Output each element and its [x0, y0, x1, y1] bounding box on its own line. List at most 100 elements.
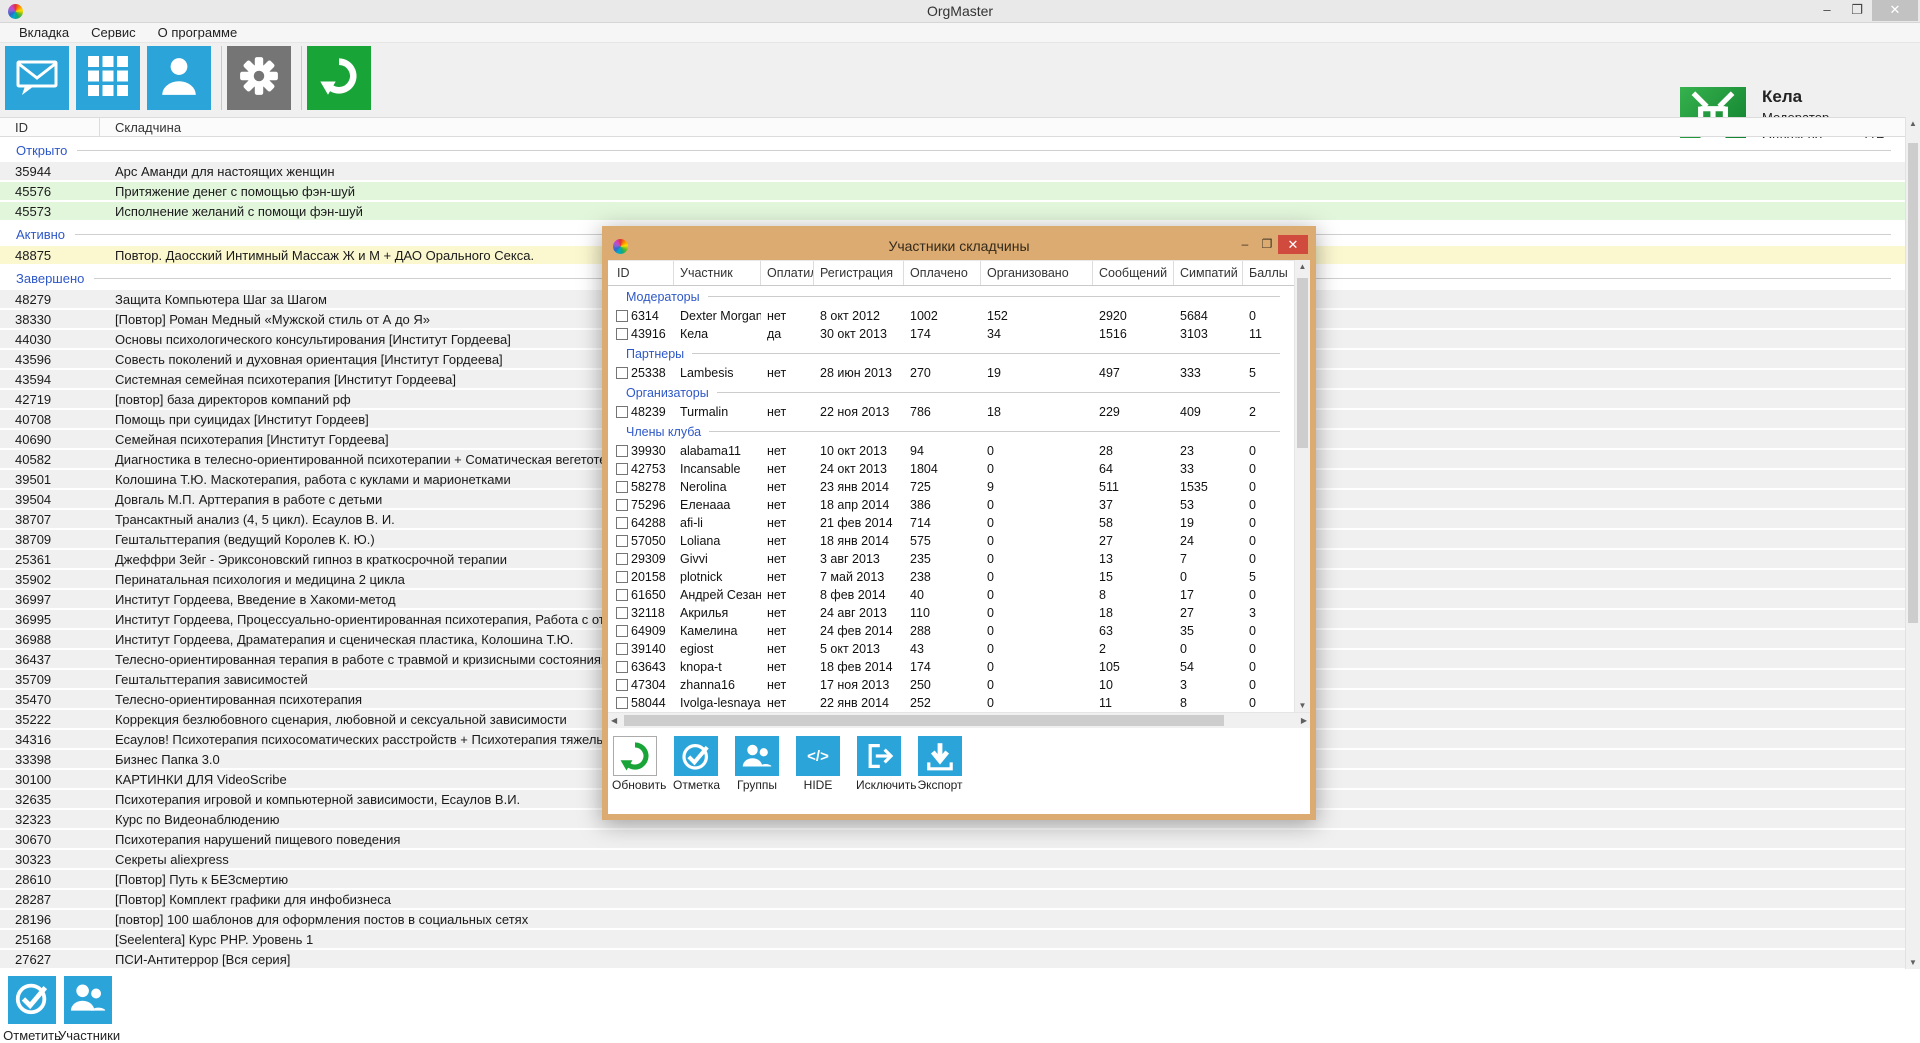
- cell-paid-total: 1804: [904, 462, 981, 476]
- column-header[interactable]: Симпатий: [1174, 261, 1243, 285]
- participant-row[interactable]: 6314Dexter Morganнет8 окт 20121002152292…: [608, 307, 1294, 325]
- dialog-footer-button-2[interactable]: Группы: [734, 736, 780, 792]
- user-icon: [158, 55, 200, 102]
- participants-button[interactable]: [64, 976, 112, 1024]
- participant-row[interactable]: 25338Lambesisнет28 июн 2013270194973335: [608, 364, 1294, 382]
- cell-paid: нет: [761, 480, 814, 494]
- participant-row[interactable]: 57050Lolianaнет18 янв 2014575027240: [608, 532, 1294, 550]
- scroll-up-icon[interactable]: ▲: [1906, 119, 1920, 128]
- table-row[interactable]: 25168[Seelentera] Курс PHP. Уровень 1: [0, 930, 1905, 948]
- cell-paid: нет: [761, 660, 814, 674]
- menu-item-0[interactable]: Вкладка: [8, 25, 80, 40]
- scroll-up-icon[interactable]: ▲: [1295, 262, 1310, 271]
- dialog-footer-button-5[interactable]: Экспорт: [917, 736, 963, 792]
- maximize-icon[interactable]: ❐: [1842, 0, 1872, 21]
- dialog-footer-button-1[interactable]: Отметка: [673, 736, 719, 792]
- participant-row[interactable]: 58044Ivolga-lesnayaнет22 янв 20142520118…: [608, 694, 1294, 712]
- participant-row[interactable]: 39140egiostнет5 окт 2013430200: [608, 640, 1294, 658]
- column-header-id[interactable]: ID: [0, 118, 100, 136]
- cell-user: Еленааа: [674, 498, 761, 512]
- dialog-footer-button-3[interactable]: </>HIDE: [795, 736, 841, 792]
- row-id: 28287: [0, 892, 100, 907]
- table-row[interactable]: 28610[Повтор] Путь к БЕЗсмертию: [0, 870, 1905, 888]
- cell-registration: 7 май 2013: [814, 570, 904, 584]
- column-header[interactable]: Оплачено: [904, 261, 981, 285]
- close-icon[interactable]: ✕: [1872, 0, 1918, 21]
- scrollbar-thumb[interactable]: [1297, 278, 1308, 448]
- messages-button[interactable]: [5, 46, 69, 110]
- row-id: 30100: [0, 772, 100, 787]
- table-row[interactable]: 28196[повтор] 100 шаблонов для оформлени…: [0, 910, 1905, 928]
- cell-organized: 0: [981, 660, 1093, 674]
- participant-row[interactable]: 39930alabama11нет10 окт 201394028230: [608, 442, 1294, 460]
- column-header[interactable]: Регистрация: [814, 261, 904, 285]
- table-row[interactable]: 27627ПСИ-Антитеррор [Вся серия]: [0, 950, 1905, 968]
- dialog-scrollbar-vertical[interactable]: ▲ ▼: [1294, 260, 1310, 712]
- menu-item-2[interactable]: О программе: [147, 25, 249, 40]
- participant-row[interactable]: 42753Incansableнет24 окт 20131804064330: [608, 460, 1294, 478]
- row-id: 35944: [0, 164, 100, 179]
- column-header[interactable]: Сообщений: [1093, 261, 1174, 285]
- scroll-left-icon[interactable]: ◀: [611, 716, 617, 725]
- main-scrollbar[interactable]: ▲ ▼: [1905, 117, 1920, 969]
- dialog-table-header: ID Участник Оплатил Регистрация Оплачено…: [608, 260, 1294, 286]
- scroll-down-icon[interactable]: ▼: [1295, 701, 1310, 710]
- column-header[interactable]: Участник: [674, 261, 761, 285]
- column-header[interactable]: Баллы: [1243, 261, 1294, 285]
- participant-row[interactable]: 64909Камелинанет24 фев 2014288063350: [608, 622, 1294, 640]
- scrollbar-thumb[interactable]: [624, 715, 1224, 726]
- scroll-right-icon[interactable]: ▶: [1301, 716, 1307, 725]
- participant-row[interactable]: 47304zhanna16нет17 ноя 201325001030: [608, 676, 1294, 694]
- scroll-down-icon[interactable]: ▼: [1906, 958, 1920, 967]
- cell-points: 11: [1243, 327, 1294, 341]
- participant-row[interactable]: 75296Еленааанет18 апр 2014386037530: [608, 496, 1294, 514]
- row-id: 27627: [0, 952, 100, 967]
- cell-organized: 0: [981, 498, 1093, 512]
- table-row[interactable]: 35944Арс Аманди для настоящих женщин: [0, 162, 1905, 180]
- main-table-header: ID Складчина: [0, 117, 1905, 137]
- dialog-minimize-icon[interactable]: –: [1234, 235, 1256, 254]
- column-header-skladchina[interactable]: Складчина: [100, 118, 1905, 136]
- cell-user: egiost: [674, 642, 761, 656]
- participant-row[interactable]: 32118Акрильянет24 авг 2013110018273: [608, 604, 1294, 622]
- refresh-button[interactable]: [307, 46, 371, 110]
- column-header[interactable]: Организовано: [981, 261, 1093, 285]
- group-label: Организаторы: [626, 386, 709, 400]
- dialog-scrollbar-horizontal[interactable]: ◀ ▶: [608, 712, 1310, 728]
- table-row[interactable]: 45576Притяжение денег с помощью фэн-шуй: [0, 182, 1905, 200]
- dialog-footer-button-4[interactable]: Исключить: [856, 736, 902, 792]
- participant-row[interactable]: 64288afi-liнет21 фев 2014714058190: [608, 514, 1294, 532]
- dialog-maximize-icon[interactable]: ❐: [1256, 235, 1278, 254]
- cell-paid-total: 386: [904, 498, 981, 512]
- participants-button-label: Участники: [58, 1028, 118, 1043]
- participant-row[interactable]: 29309Givviнет3 авг 201323501370: [608, 550, 1294, 568]
- grid-button[interactable]: [76, 46, 140, 110]
- table-row[interactable]: 30670Психотерапия нарушений пищевого пов…: [0, 830, 1905, 848]
- settings-button[interactable]: [227, 46, 291, 110]
- participant-row[interactable]: 61650Андрей Сезановнет8 фев 20144008170: [608, 586, 1294, 604]
- cell-paid-total: 235: [904, 552, 981, 566]
- table-row[interactable]: 30323Секреты aliexpress: [0, 850, 1905, 868]
- participant-row[interactable]: 48239Turmalinнет22 ноя 2013786182294092: [608, 403, 1294, 421]
- users-button[interactable]: [147, 46, 211, 110]
- mark-button[interactable]: [8, 976, 56, 1024]
- scrollbar-thumb[interactable]: [1908, 143, 1918, 623]
- participant-row[interactable]: 63643knopa-tнет18 фев 20141740105540: [608, 658, 1294, 676]
- minimize-icon[interactable]: –: [1812, 0, 1842, 21]
- cell-paid: нет: [761, 462, 814, 476]
- dialog-footer-button-0[interactable]: Обновить: [612, 736, 658, 792]
- participant-row[interactable]: 20158plotnickнет7 май 201323801505: [608, 568, 1294, 586]
- table-row[interactable]: 45573Исполнение желаний с помощи фэн-шуй: [0, 202, 1905, 220]
- menu-item-1[interactable]: Сервис: [80, 25, 147, 40]
- participant-row[interactable]: 58278Nerolinaнет23 янв 2014725951115350: [608, 478, 1294, 496]
- participant-row[interactable]: 43916Келада30 окт 2013174341516310311: [608, 325, 1294, 343]
- column-header[interactable]: ID: [608, 261, 674, 285]
- table-row[interactable]: 28287[Повтор] Комплект графики для инфоб…: [0, 890, 1905, 908]
- row-title: Секреты aliexpress: [100, 852, 1905, 867]
- cell-user: afi-li: [674, 516, 761, 530]
- cell-messages: 63: [1093, 624, 1174, 638]
- cell-user: Ivolga-lesnaya: [674, 696, 761, 710]
- dialog-close-icon[interactable]: ✕: [1278, 235, 1308, 254]
- column-header[interactable]: Оплатил: [761, 261, 814, 285]
- cell-likes: 7: [1174, 552, 1243, 566]
